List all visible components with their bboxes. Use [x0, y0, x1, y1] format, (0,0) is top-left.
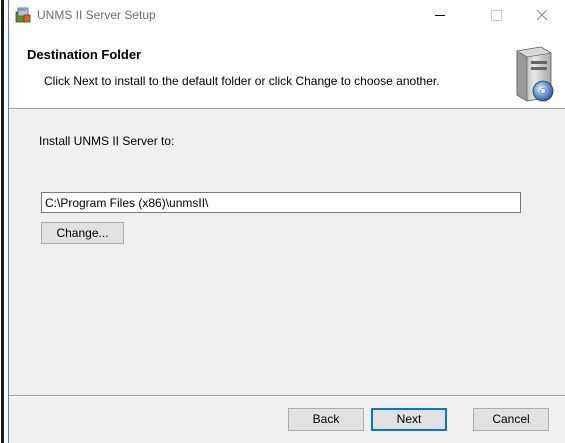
wizard-header: Destination Folder Click Next to install…	[9, 30, 565, 109]
back-button[interactable]: Back	[288, 408, 364, 431]
page-subtitle: Click Next to install to the default fol…	[44, 74, 440, 88]
minimize-button[interactable]	[417, 0, 463, 30]
window-title: UNMS II Server Setup	[37, 8, 156, 22]
install-location-label: Install UNMS II Server to:	[39, 134, 175, 148]
page-title: Destination Folder	[27, 47, 142, 62]
installer-icon	[14, 6, 32, 24]
next-button[interactable]: Next	[371, 408, 447, 431]
change-button[interactable]: Change...	[41, 222, 124, 244]
footer-divider	[9, 395, 565, 397]
background-window-edge	[0, 0, 8, 443]
background-window-border	[1, 0, 4, 443]
cancel-button[interactable]: Cancel	[473, 408, 549, 431]
install-path-field[interactable]	[41, 192, 521, 213]
wizard-body: Install UNMS II Server to: Change...	[9, 110, 565, 395]
computer-disc-icon	[511, 45, 555, 103]
setup-dialog: UNMS II Server Setup Destination Folder …	[8, 0, 565, 443]
maximize-button[interactable]	[473, 0, 519, 30]
close-button[interactable]	[519, 0, 565, 30]
title-bar[interactable]: UNMS II Server Setup	[9, 0, 565, 30]
